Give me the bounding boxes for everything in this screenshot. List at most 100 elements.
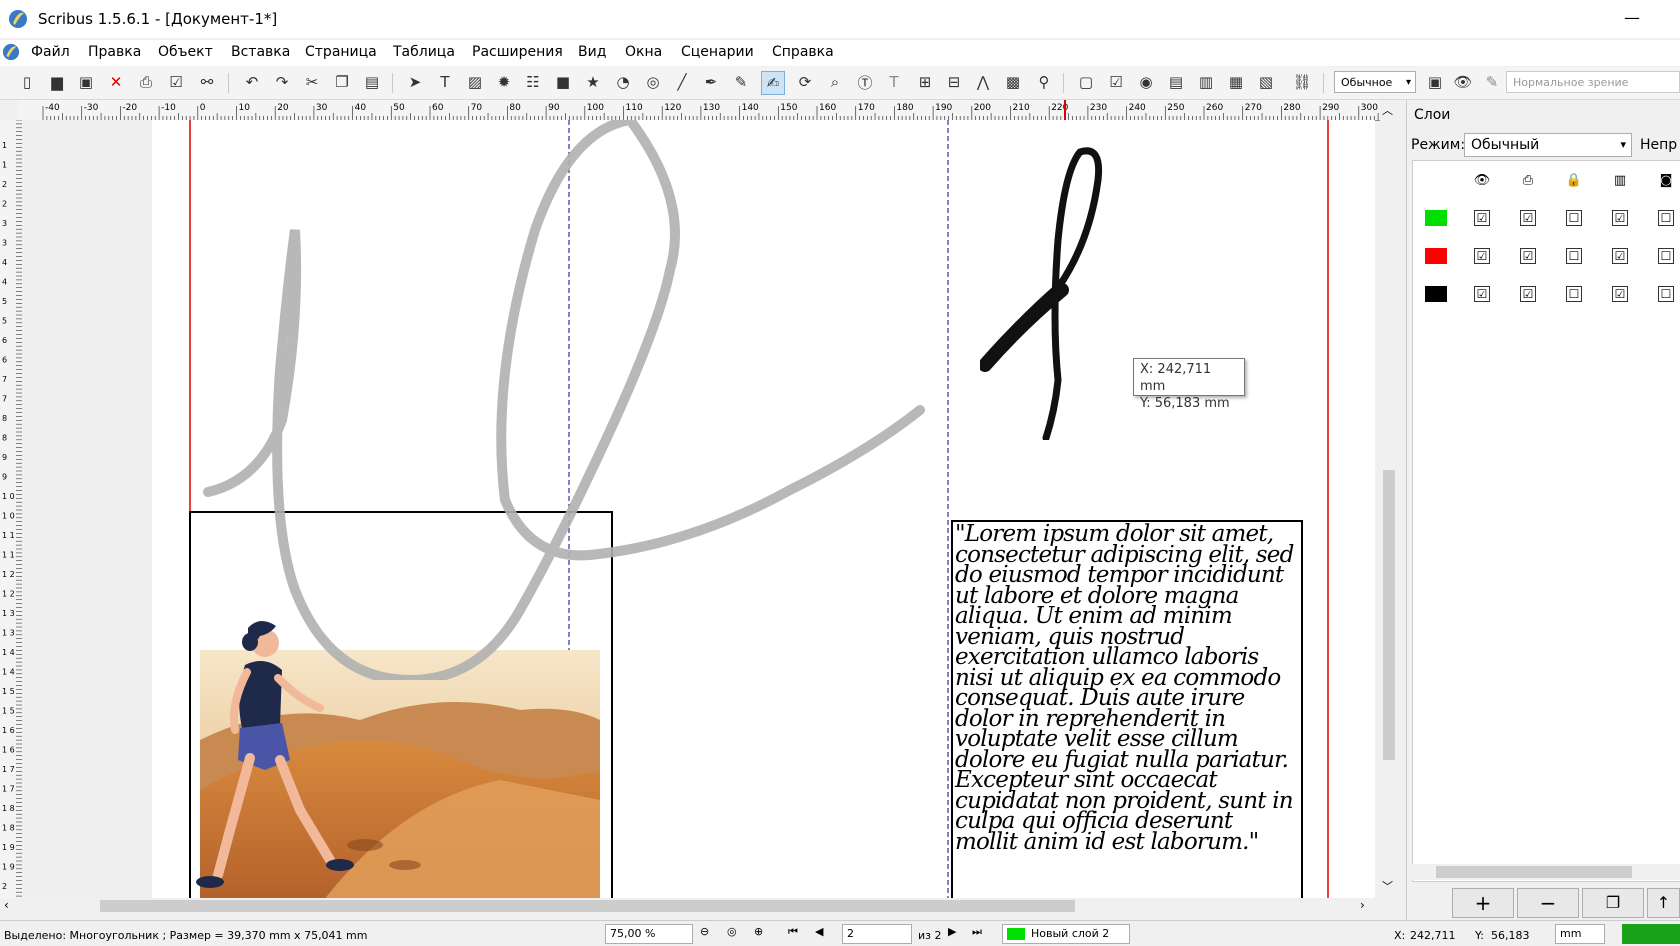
- layer-flow-checkbox[interactable]: ☑: [1597, 275, 1643, 313]
- scroll-left-icon[interactable]: ‹: [4, 898, 9, 912]
- text-frame[interactable]: "Lorem ipsum dolor sit amet, consectetur…: [951, 520, 1303, 902]
- next-page-icon[interactable]: ▶: [948, 925, 956, 938]
- calligraphic-line-icon[interactable]: ✍: [761, 71, 785, 95]
- layer-color[interactable]: [1413, 237, 1459, 275]
- image-quality-select[interactable]: Обычное ▾: [1334, 71, 1416, 93]
- lock-icon[interactable]: 🔒: [1551, 161, 1597, 199]
- current-layer-select[interactable]: Новый слой 2: [1002, 924, 1130, 944]
- pdf-link-annotation-icon[interactable]: ⛓: [1291, 71, 1313, 93]
- image-frame-icon[interactable]: ▨: [464, 71, 486, 93]
- layer-outline-checkbox[interactable]: ☐: [1643, 275, 1680, 313]
- vertical-ruler[interactable]: 1 1 2 2 3 3 4 4 5 5 6 6 7 7 8 8 9 9 1 0 1 0 1 1 1 1 1 2 1 2 1 3 1…: [0, 120, 23, 905]
- layer-outline-checkbox[interactable]: ☐: [1643, 237, 1680, 275]
- gray-calligraphy-stroke[interactable]: [190, 120, 930, 680]
- scroll-down-icon[interactable]: ﹀: [1382, 878, 1393, 894]
- arc-icon[interactable]: ◔: [612, 71, 634, 93]
- copy-properties-icon[interactable]: ▩: [1002, 71, 1024, 93]
- layer-flow-checkbox[interactable]: ☑: [1597, 237, 1643, 275]
- horizontal-scroll-thumb[interactable]: [100, 900, 1075, 912]
- menu-object[interactable]: Объект: [158, 44, 213, 60]
- link-frames-icon[interactable]: ⊞: [914, 71, 936, 93]
- pdf-combo-box-icon[interactable]: ▥: [1195, 71, 1217, 93]
- edit-text-icon[interactable]: T: [883, 71, 905, 93]
- render-frame-icon[interactable]: ✹: [493, 71, 515, 93]
- menu-table[interactable]: Таблица: [393, 44, 455, 60]
- freehand-icon[interactable]: ✎: [730, 71, 752, 93]
- layer-lock-checkbox[interactable]: ☐: [1551, 275, 1597, 313]
- printable-icon[interactable]: ⎙: [1505, 161, 1551, 199]
- unit-select[interactable]: mm: [1555, 924, 1605, 944]
- select-icon[interactable]: ➤: [404, 71, 426, 93]
- last-page-icon[interactable]: ⏭: [972, 925, 982, 939]
- close-icon[interactable]: ✕: [105, 71, 127, 93]
- layer-print-checkbox[interactable]: ☑: [1505, 199, 1551, 237]
- minimize-button[interactable]: —: [1620, 8, 1644, 28]
- layer-visible-checkbox[interactable]: ☑: [1459, 275, 1505, 313]
- visible-eye-icon[interactable]: 👁: [1459, 161, 1505, 199]
- pdf-push-button-icon[interactable]: ▢: [1075, 71, 1097, 93]
- unlink-frames-icon[interactable]: ⊟: [943, 71, 965, 93]
- menu-windows[interactable]: Окна: [625, 44, 662, 60]
- layer-print-checkbox[interactable]: ☑: [1505, 237, 1551, 275]
- layer-visible-checkbox[interactable]: ☑: [1459, 199, 1505, 237]
- cut-icon[interactable]: ✂: [301, 71, 323, 93]
- layer-visible-checkbox[interactable]: ☑: [1459, 237, 1505, 275]
- zoom-100-icon[interactable]: ◎: [727, 925, 737, 938]
- new-document-icon[interactable]: ▯: [16, 71, 38, 93]
- vertical-scroll-thumb[interactable]: [1383, 470, 1395, 760]
- text-frame-icon[interactable]: T: [434, 71, 456, 93]
- raise-layer-button[interactable]: ↑: [1647, 888, 1680, 918]
- layer-lock-checkbox[interactable]: ☐: [1551, 199, 1597, 237]
- layer-print-checkbox[interactable]: ☑: [1505, 275, 1551, 313]
- preflight-check-icon[interactable]: ☑: [165, 71, 187, 93]
- zoom-icon[interactable]: ⌕: [824, 71, 846, 93]
- add-layer-button[interactable]: +: [1452, 888, 1514, 918]
- edit-in-preview-icon[interactable]: ✎: [1481, 71, 1503, 93]
- shape-icon[interactable]: ■: [552, 71, 574, 93]
- first-page-icon[interactable]: ⏮: [788, 925, 798, 939]
- vision-select[interactable]: Нормальное зрение: [1506, 71, 1680, 93]
- outline-icon[interactable]: ◙: [1643, 161, 1680, 199]
- spiral-icon[interactable]: ◎: [642, 71, 664, 93]
- layer-lock-checkbox[interactable]: ☐: [1551, 237, 1597, 275]
- menu-edit[interactable]: Правка: [88, 44, 141, 60]
- zoom-out-icon[interactable]: ⊖: [700, 925, 709, 938]
- zoom-input[interactable]: 75,00 %: [605, 924, 693, 944]
- layers-table[interactable]: 👁 ⎙ 🔒 ▥ ◙ ☑ ☑ ☐ ☑ ☐ ☑ ☑ ☐ ☑ ☐ ☑ ☑ ☐ ☑ ☐: [1412, 160, 1680, 882]
- bezier-icon[interactable]: ✒: [700, 71, 722, 93]
- scribus-menu-icon[interactable]: [2, 43, 20, 65]
- layer-color[interactable]: [1413, 199, 1459, 237]
- rotate-icon[interactable]: ⟳: [794, 71, 816, 93]
- copy-icon[interactable]: ❐: [331, 71, 353, 93]
- layers-hscroll-thumb[interactable]: [1436, 866, 1632, 878]
- blend-mode-select[interactable]: Обычный ▾: [1464, 133, 1632, 157]
- scroll-up-icon[interactable]: ︿: [1382, 102, 1393, 118]
- export-pdf-icon[interactable]: ⚯: [196, 71, 218, 93]
- pdf-text-field-icon[interactable]: ▤: [1165, 71, 1187, 93]
- line-icon[interactable]: ╱: [671, 71, 693, 93]
- pdf-list-box-icon[interactable]: ▦: [1225, 71, 1247, 93]
- redo-icon[interactable]: ↷: [271, 71, 293, 93]
- pdf-text-annotation-icon[interactable]: ▧: [1255, 71, 1277, 93]
- menu-insert[interactable]: Вставка: [231, 44, 290, 60]
- prev-page-icon[interactable]: ◀: [815, 925, 823, 938]
- preview-mode-icon[interactable]: ▣: [1424, 71, 1446, 93]
- menu-extensions[interactable]: Расширения: [472, 44, 563, 60]
- print-icon[interactable]: ⎙: [135, 71, 157, 93]
- page-input[interactable]: 2: [842, 924, 912, 944]
- flow-icon[interactable]: ▥: [1597, 161, 1643, 199]
- table-icon[interactable]: ☷: [522, 71, 544, 93]
- pdf-checkbox-icon[interactable]: ☑: [1105, 71, 1127, 93]
- menu-page[interactable]: Страница: [305, 44, 377, 60]
- paste-icon[interactable]: ▤: [361, 71, 383, 93]
- save-icon[interactable]: ▣: [75, 71, 97, 93]
- layer-color[interactable]: [1413, 275, 1459, 313]
- measure-icon[interactable]: ⋀: [972, 71, 994, 93]
- menu-file[interactable]: Файл: [31, 44, 70, 60]
- menu-scripts[interactable]: Сценарии: [681, 44, 754, 60]
- black-calligraphy-stroke[interactable]: [980, 140, 1140, 440]
- polygon-icon[interactable]: ★: [582, 71, 604, 93]
- pdf-radio-icon[interactable]: ◉: [1135, 71, 1157, 93]
- zoom-in-icon[interactable]: ⊕: [754, 925, 763, 938]
- menu-help[interactable]: Справка: [772, 44, 834, 60]
